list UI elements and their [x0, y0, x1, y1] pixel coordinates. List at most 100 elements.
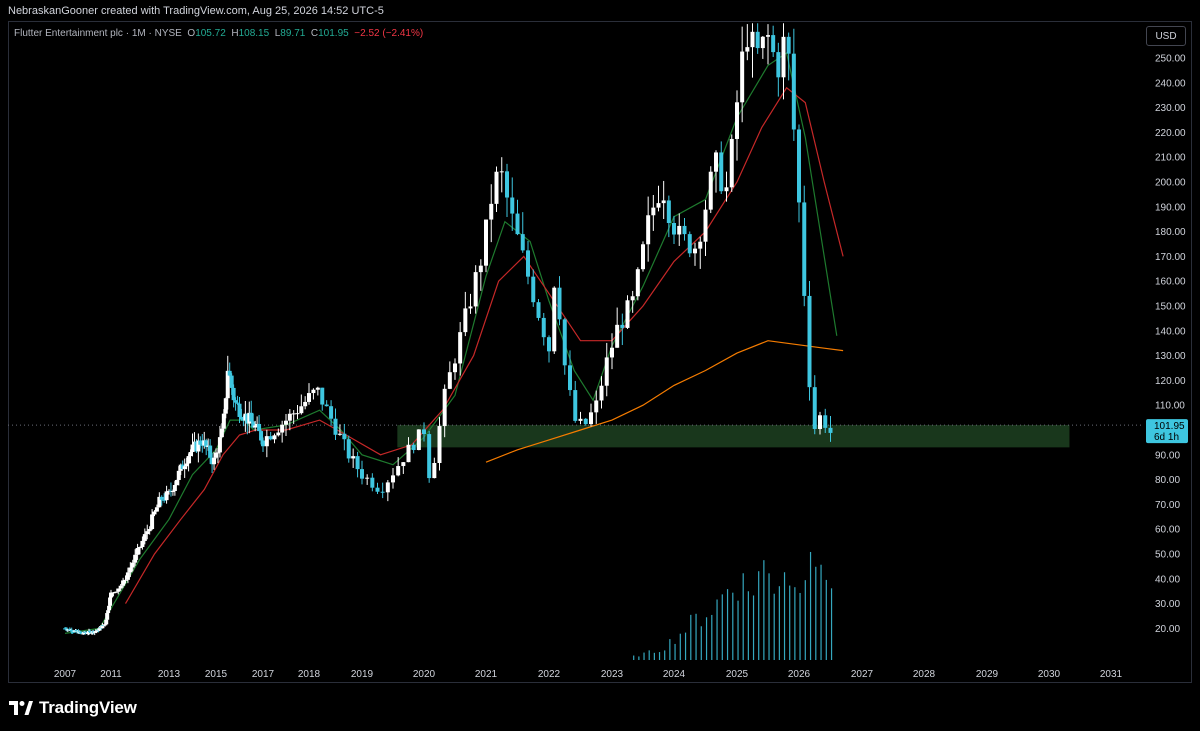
price-tag-value: 101.95 [1154, 421, 1185, 432]
candle-body [145, 531, 150, 535]
tradingview-logo-icon [9, 701, 33, 715]
candle-body [154, 507, 159, 512]
price-tag-countdown: 6d 1h [1154, 432, 1179, 443]
candle-body [437, 426, 442, 463]
candle-body [802, 202, 807, 296]
candle-body [661, 200, 666, 204]
candle-body [142, 534, 147, 541]
candle-body [113, 591, 118, 593]
brand-name: TradingView [39, 698, 137, 717]
candle-body [253, 425, 258, 428]
support-zone [397, 425, 1070, 448]
candle-body [164, 491, 169, 501]
candle-body [212, 457, 217, 465]
candles-group [63, 23, 833, 636]
candle-body [750, 31, 755, 48]
candle-body [568, 365, 572, 391]
candle-body [264, 436, 269, 447]
y-tick-label: 240.00 [1155, 78, 1186, 89]
y-tick-label: 210.00 [1155, 153, 1186, 164]
candle-body [562, 319, 567, 366]
y-axis: 20.00 30.00 40.00 50.00 60.00 70.00 80.00 90.00… [1155, 54, 1186, 635]
candle-body [299, 406, 304, 414]
candle-body [505, 171, 509, 198]
x-tick-label: 2017 [252, 669, 275, 680]
candle-body [687, 234, 692, 254]
candle-body [557, 287, 562, 320]
symbol-name[interactable]: Flutter Entertainment plc · 1M · NYSE [14, 28, 182, 39]
candle-body [693, 248, 697, 254]
candle-body [526, 250, 530, 277]
candle-body [828, 427, 833, 433]
candle-body [97, 628, 102, 631]
candle-body [214, 452, 218, 458]
candle-body [268, 436, 273, 440]
candle-body [182, 466, 187, 470]
candle-body [365, 477, 370, 479]
x-tick-label: 2019 [351, 669, 374, 680]
x-tick-label: 2024 [663, 669, 686, 680]
y-tick-label: 220.00 [1155, 128, 1186, 139]
candle-body [599, 385, 604, 401]
y-tick-label: 150.00 [1155, 302, 1186, 313]
candle-body [355, 456, 360, 470]
candle-body [219, 428, 224, 438]
y-tick-label: 90.00 [1155, 450, 1180, 461]
x-tick-label: 2013 [158, 669, 181, 680]
close-value: 101.95 [318, 28, 349, 39]
candle-body [818, 415, 822, 429]
ema-mid-line [124, 86, 844, 604]
candle-body [651, 207, 656, 216]
y-tick-label: 180.00 [1155, 227, 1186, 238]
candle-body [342, 433, 347, 440]
candle-body [766, 35, 770, 37]
candle-body [635, 269, 640, 297]
tradingview-brand[interactable]: TradingView [9, 698, 137, 718]
candle-body [235, 402, 240, 404]
candle-body [463, 308, 468, 333]
candle-body [677, 225, 682, 235]
candle-body [427, 434, 432, 479]
candle-body [666, 200, 671, 223]
candle-body [94, 631, 99, 633]
y-tick-label: 50.00 [1155, 550, 1180, 561]
candle-body [287, 413, 292, 421]
candle-body [573, 390, 578, 421]
y-tick-label: 40.00 [1155, 574, 1180, 585]
candle-body [396, 466, 401, 476]
candle-body [360, 469, 364, 479]
candle-body [755, 31, 760, 49]
price-chart[interactable]: 20.00 30.00 40.00 50.00 60.00 70.00 80.00 90.00… [0, 0, 1200, 684]
candle-body [478, 265, 483, 273]
candle-body [786, 36, 791, 54]
candle-body [138, 547, 142, 549]
candle-body [740, 51, 745, 103]
x-tick-label: 2011 [100, 669, 122, 680]
currency-button[interactable]: USD [1146, 26, 1186, 46]
candle-body [719, 152, 724, 192]
y-tick-label: 20.00 [1155, 624, 1180, 635]
ema-fast-line [64, 52, 838, 634]
candle-body [152, 511, 157, 515]
candle-body [233, 400, 238, 403]
candle-body [257, 423, 262, 432]
candle-body [375, 487, 380, 492]
candle-body [291, 413, 296, 415]
candle-body [812, 387, 817, 429]
candle-body [128, 567, 133, 573]
x-tick-label: 2029 [976, 669, 999, 680]
candle-body [468, 306, 473, 309]
symbol-legend[interactable]: Flutter Entertainment plc · 1M · NYSE O1… [14, 28, 423, 39]
candle-body [123, 579, 128, 581]
candle-body [520, 234, 525, 251]
candle-body [135, 548, 140, 555]
candle-body [221, 413, 226, 429]
candle-body [411, 444, 416, 451]
candle-body [708, 171, 713, 210]
candle-body [447, 372, 452, 389]
candle-body [329, 406, 334, 419]
candle-body [583, 418, 588, 425]
candle-body [735, 102, 739, 139]
y-tick-label: 160.00 [1155, 277, 1186, 288]
candle-body [615, 324, 620, 348]
